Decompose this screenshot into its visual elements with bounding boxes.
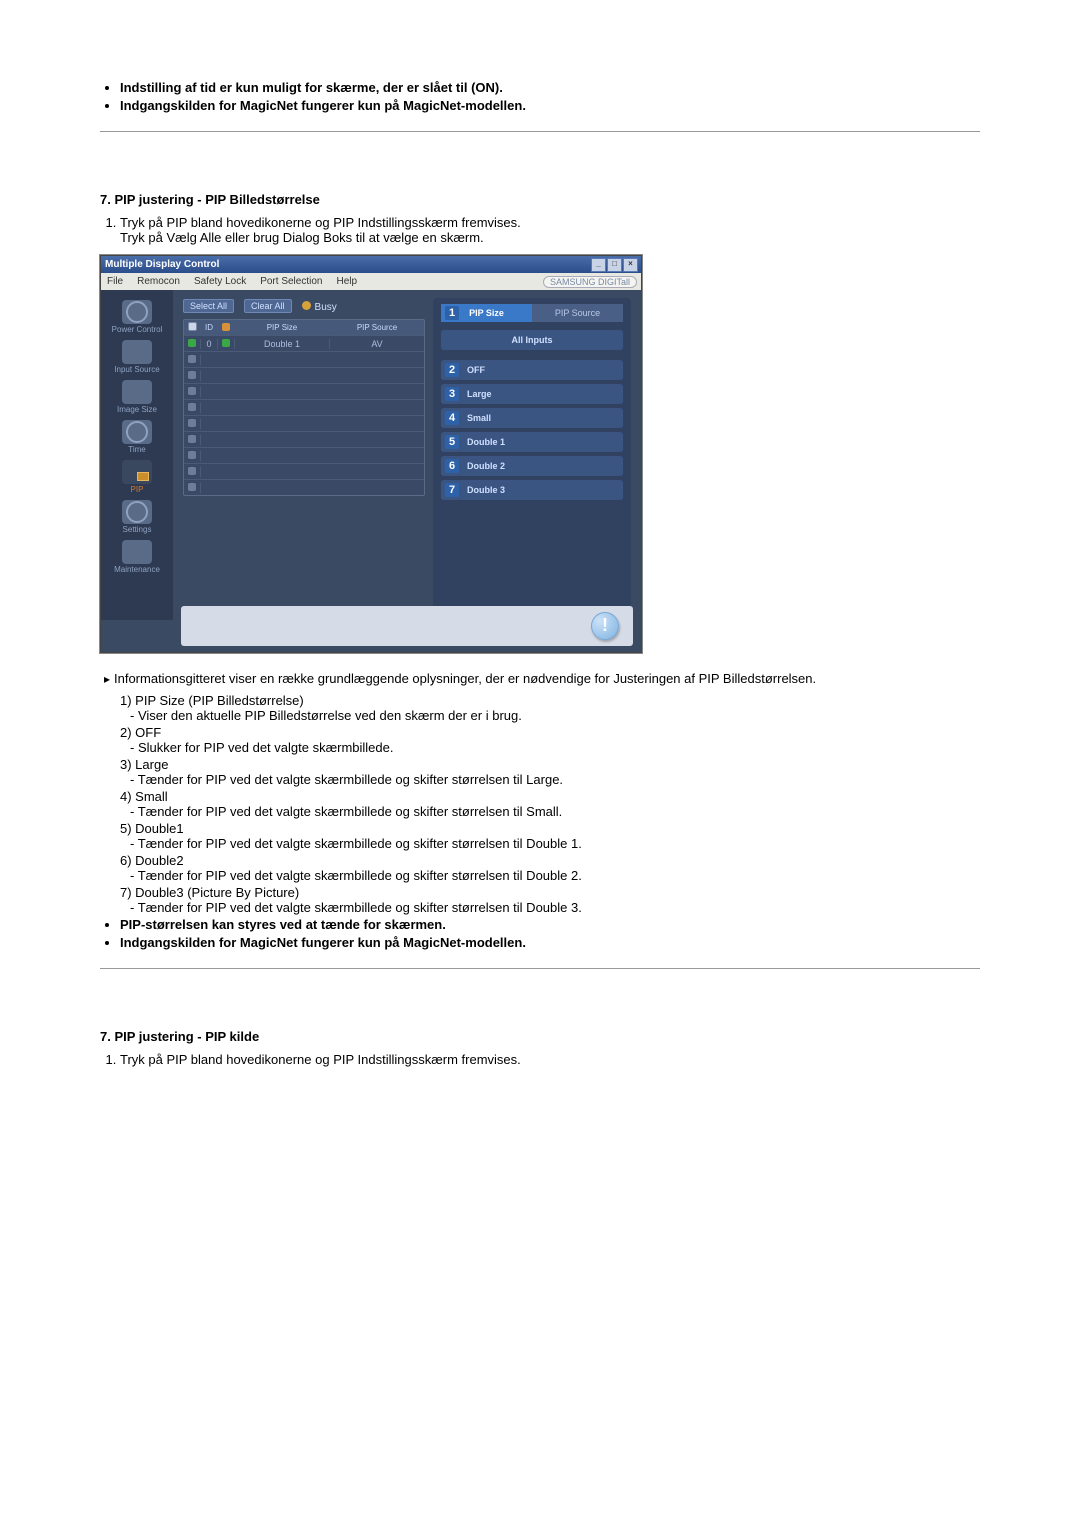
info-icon[interactable]: !	[591, 612, 619, 640]
grid-head-id: ID	[201, 323, 218, 332]
close-button[interactable]: ×	[623, 258, 638, 272]
step-item: Tryk på PIP bland hovedikonerne og PIP I…	[120, 215, 980, 245]
row-pip-source: AV	[330, 339, 424, 349]
select-all-button[interactable]: Select All	[183, 299, 234, 313]
tab-pip-size[interactable]: 1 PIP Size	[441, 304, 532, 322]
option-double-3[interactable]: 7 Double 3	[441, 480, 623, 500]
menu-file[interactable]: File	[107, 276, 123, 287]
empty-row-icon	[188, 435, 196, 443]
bottom-bullet: PIP-størrelsen kan styres ved at tænde f…	[120, 917, 980, 932]
busy-indicator-icon	[302, 301, 311, 310]
row-check-icon[interactable]	[188, 339, 196, 347]
empty-row-icon	[188, 483, 196, 491]
window-title: Multiple Display Control	[105, 259, 219, 270]
input-source-icon	[122, 340, 152, 364]
divider	[100, 131, 980, 132]
definition-item: 7) Double3 (Picture By Picture)- Tænder …	[120, 885, 980, 915]
option-label: Double 3	[467, 485, 505, 495]
option-small[interactable]: 4 Small	[441, 408, 623, 428]
tab-pip-source[interactable]: PIP Source	[532, 304, 623, 322]
section-heading-pip-source: 7. PIP justering - PIP kilde	[100, 1029, 980, 1044]
sidebar-item-settings[interactable]: Settings	[101, 496, 173, 536]
option-double-2[interactable]: 6 Double 2	[441, 456, 623, 476]
status-icon	[222, 323, 230, 331]
sidebar-item-maintenance[interactable]: Maintenance	[101, 536, 173, 576]
callout-number: 2	[445, 363, 459, 377]
option-label: Large	[467, 389, 492, 399]
callout-number: 3	[445, 387, 459, 401]
option-label: Small	[467, 413, 491, 423]
status-bar: !	[181, 606, 633, 646]
definition-item: 3) Large- Tænder for PIP ved det valgte …	[120, 757, 980, 787]
sidebar-item-time[interactable]: Time	[101, 416, 173, 456]
callout-number: 7	[445, 483, 459, 497]
maximize-button[interactable]: □	[607, 258, 622, 272]
sidebar: Power Control Input Source Image Size Ti…	[101, 290, 173, 620]
sidebar-item-input-source[interactable]: Input Source	[101, 336, 173, 376]
row-pip-size: Double 1	[235, 339, 330, 349]
callout-number: 5	[445, 435, 459, 449]
option-label: Double 1	[467, 437, 505, 447]
grid-head-pip-source: PIP Source	[330, 323, 424, 332]
all-inputs-button[interactable]: All Inputs	[441, 330, 623, 350]
power-icon	[122, 300, 152, 324]
option-large[interactable]: 3 Large	[441, 384, 623, 404]
sidebar-item-image-size[interactable]: Image Size	[101, 376, 173, 416]
option-panel: 1 PIP Size PIP Source All Inputs 2 OFF 3 La…	[433, 298, 631, 612]
empty-row-icon	[188, 355, 196, 363]
gear-icon	[122, 500, 152, 524]
row-status-icon	[222, 339, 230, 347]
definition-item: 1) PIP Size (PIP Billedstørrelse)- Viser…	[120, 693, 980, 723]
menu-remocon[interactable]: Remocon	[137, 276, 180, 287]
step-item: Tryk på PIP bland hovedikonerne og PIP I…	[120, 1052, 980, 1067]
busy-label: Busy	[315, 302, 337, 313]
empty-row-icon	[188, 403, 196, 411]
maintenance-icon	[122, 540, 152, 564]
menu-port-selection[interactable]: Port Selection	[260, 276, 322, 287]
option-label: OFF	[467, 365, 485, 375]
titlebar: Multiple Display Control _ □ ×	[101, 256, 641, 273]
bottom-bullet: Indgangskilden for MagicNet fungerer kun…	[120, 935, 980, 950]
empty-row-icon	[188, 387, 196, 395]
top-bullet: Indgangskilden for MagicNet fungerer kun…	[120, 98, 980, 113]
mdc-app-window: Multiple Display Control _ □ × File Remo…	[100, 255, 642, 653]
arrow-icon: ▸	[100, 671, 114, 687]
divider	[100, 968, 980, 969]
empty-row-icon	[188, 451, 196, 459]
image-size-icon	[122, 380, 152, 404]
menubar: File Remocon Safety Lock Port Selection …	[101, 273, 641, 290]
callout-number: 1	[445, 306, 459, 320]
pip-icon	[122, 460, 152, 484]
option-double-1[interactable]: 5 Double 1	[441, 432, 623, 452]
row-id: 0	[201, 339, 218, 349]
definition-item: 4) Small- Tænder for PIP ved det valgte …	[120, 789, 980, 819]
definition-item: 6) Double2- Tænder for PIP ved det valgt…	[120, 853, 980, 883]
option-off[interactable]: 2 OFF	[441, 360, 623, 380]
empty-row-icon	[188, 419, 196, 427]
brand-badge: SAMSUNG DIGITall	[543, 276, 637, 288]
clear-all-button[interactable]: Clear All	[244, 299, 292, 313]
menu-help[interactable]: Help	[336, 276, 357, 287]
display-grid: ID PIP Size PIP Source 0 Double 1 AV	[183, 319, 425, 496]
empty-row-icon	[188, 467, 196, 475]
info-note: Informationsgitteret viser en række grun…	[114, 671, 816, 686]
empty-row-icon	[188, 371, 196, 379]
callout-number: 4	[445, 411, 459, 425]
grid-head-pip-size: PIP Size	[235, 323, 330, 332]
top-bullet: Indstilling af tid er kun muligt for skæ…	[120, 80, 980, 95]
definition-item: 2) OFF- Slukker for PIP ved det valgte s…	[120, 725, 980, 755]
definition-item: 5) Double1- Tænder for PIP ved det valgt…	[120, 821, 980, 851]
checkbox-icon[interactable]	[188, 322, 197, 331]
sidebar-item-power-control[interactable]: Power Control	[101, 296, 173, 336]
menu-safety-lock[interactable]: Safety Lock	[194, 276, 246, 287]
option-label: Double 2	[467, 461, 505, 471]
section-heading-pip-size: 7. PIP justering - PIP Billedstørrelse	[100, 192, 980, 207]
clock-icon	[122, 420, 152, 444]
minimize-button[interactable]: _	[591, 258, 606, 272]
callout-number: 6	[445, 459, 459, 473]
sidebar-item-pip[interactable]: PIP	[101, 456, 173, 496]
